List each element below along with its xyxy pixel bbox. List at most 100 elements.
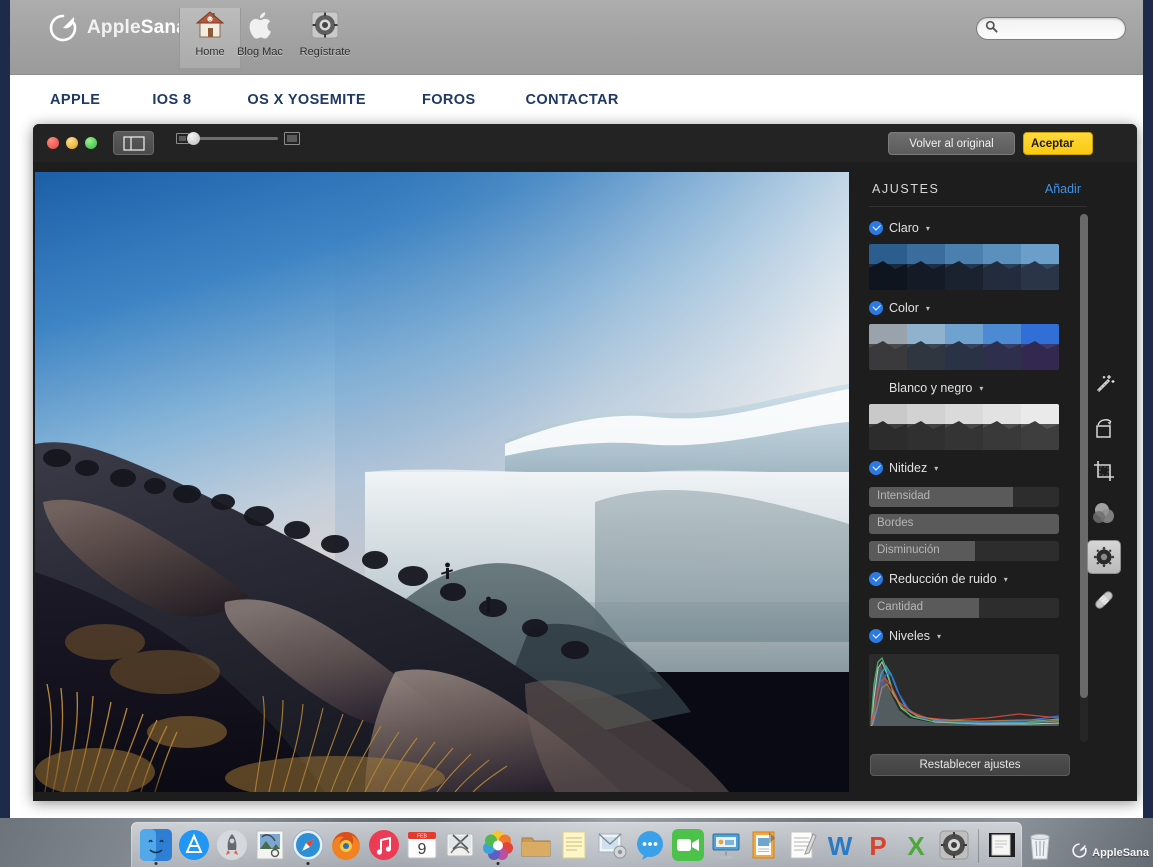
thumbnail-option[interactable] xyxy=(907,324,945,370)
dock-item-trash[interactable] xyxy=(1022,825,1058,865)
zoom-slider-group[interactable] xyxy=(176,132,300,145)
section-header[interactable]: Nitidez ▾ xyxy=(869,456,1085,480)
window-titlebar: Volver al original Aceptar xyxy=(33,124,1137,162)
apple-logo-icon xyxy=(229,8,291,42)
brand[interactable]: AppleSana xyxy=(47,12,187,44)
section-label: Color xyxy=(889,301,919,315)
revert-to-original-button[interactable]: Volver al original xyxy=(888,132,1015,155)
dock-item-preview[interactable] xyxy=(252,825,288,865)
checkbox-niveles[interactable] xyxy=(869,629,883,643)
thumbnail-option[interactable] xyxy=(945,244,983,290)
chevron-down-icon[interactable]: ▾ xyxy=(1004,575,1008,584)
chevron-down-icon[interactable]: ▾ xyxy=(926,304,930,313)
zoom-slider-track[interactable] xyxy=(187,132,278,145)
chevron-down-icon[interactable]: ▾ xyxy=(934,464,938,473)
watermark-text: AppleSana xyxy=(1092,847,1149,859)
dock-item-calendar[interactable]: FEB 9 xyxy=(404,825,440,865)
checkbox-claro[interactable] xyxy=(869,221,883,235)
slider-label: Bordes xyxy=(877,517,914,529)
thumbnail-option[interactable] xyxy=(907,244,945,290)
minimize-button[interactable] xyxy=(66,137,78,149)
dock-item-messages[interactable] xyxy=(632,825,668,865)
crop-icon[interactable] xyxy=(1087,454,1121,488)
thumbnail-option[interactable] xyxy=(907,404,945,450)
thumbnail-option[interactable] xyxy=(983,404,1021,450)
search-input[interactable] xyxy=(1002,22,1120,35)
thumbnail-option[interactable] xyxy=(1021,324,1059,370)
dock-item-safari[interactable] xyxy=(290,825,326,865)
panel-scroll-area[interactable]: Claro ▾ Color ▾ Blanco y negro ▾ Nitidez… xyxy=(863,210,1093,748)
search-box[interactable] xyxy=(976,17,1126,40)
svg-text:9: 9 xyxy=(418,841,427,858)
thumbnail-option[interactable] xyxy=(945,404,983,450)
nav-link-foros[interactable]: FOROS xyxy=(422,92,476,108)
nav-link-apple[interactable]: APPLE xyxy=(50,92,100,108)
slider-bordes[interactable]: Bordes xyxy=(869,514,1059,534)
dock-item-document[interactable] xyxy=(984,825,1020,865)
header-item-blog-mac[interactable]: Blog Mac xyxy=(229,8,291,58)
rotate-icon[interactable] xyxy=(1087,411,1121,445)
dock-item-stickies[interactable] xyxy=(556,825,592,865)
zoom-slider-knob[interactable] xyxy=(187,132,200,145)
thumbnail-option[interactable] xyxy=(869,324,907,370)
slider-cantidad[interactable]: Cantidad xyxy=(869,598,1059,618)
checkbox-nitidez[interactable] xyxy=(869,461,883,475)
checkbox-reduccion-de-ruido[interactable] xyxy=(869,572,883,586)
adjust-icon[interactable] xyxy=(1087,540,1121,574)
dock-item-facetime[interactable] xyxy=(670,825,706,865)
thumbnail-strip-claro[interactable] xyxy=(869,244,1059,290)
thumbnail-option[interactable] xyxy=(869,404,907,450)
dock-item-launchpad[interactable] xyxy=(214,825,250,865)
section-header[interactable]: Blanco y negro ▾ xyxy=(869,376,1085,400)
dock-item-system-preferences[interactable] xyxy=(936,825,972,865)
dock-item-folder[interactable] xyxy=(518,825,554,865)
chevron-down-icon[interactable]: ▾ xyxy=(979,384,983,393)
reset-adjustments-button[interactable]: Restablecer ajustes xyxy=(870,754,1070,776)
thumbnail-option[interactable] xyxy=(1021,404,1059,450)
add-adjustment-button[interactable]: Añadir xyxy=(1045,182,1081,196)
thumbnail-option-selected[interactable] xyxy=(983,244,1021,290)
retouch-bandaid-icon[interactable] xyxy=(1087,583,1121,617)
dock-item-itunes[interactable] xyxy=(366,825,402,865)
dock-item-app-store[interactable] xyxy=(176,825,212,865)
dock-item-textedit[interactable] xyxy=(784,825,820,865)
thumbnail-strip-color[interactable] xyxy=(869,324,1059,370)
accept-button[interactable]: Aceptar xyxy=(1023,132,1093,155)
dock-item-firefox[interactable] xyxy=(328,825,364,865)
dock-item-pages[interactable] xyxy=(746,825,782,865)
slider-disminucion[interactable]: Disminución xyxy=(869,541,1059,561)
section-header[interactable]: Color ▾ xyxy=(869,296,1085,320)
thumbnail-option[interactable] xyxy=(945,324,983,370)
thumbnail-option[interactable] xyxy=(1021,244,1059,290)
slider-intensidad[interactable]: Intensidad xyxy=(869,487,1059,507)
thumbnail-option[interactable] xyxy=(869,244,907,290)
checkbox-color[interactable] xyxy=(869,301,883,315)
nav-link-ios8[interactable]: IOS 8 xyxy=(152,92,191,108)
dock-item-finder[interactable] xyxy=(138,825,174,865)
levels-histogram[interactable] xyxy=(869,654,1059,726)
section-header[interactable]: Reducción de ruido ▾ xyxy=(869,567,1085,591)
dock-item-excel[interactable]: X xyxy=(898,825,934,865)
dock-item-mail[interactable] xyxy=(594,825,630,865)
section-header[interactable]: Claro ▾ xyxy=(869,216,1085,240)
zoom-button[interactable] xyxy=(85,137,97,149)
chevron-down-icon[interactable]: ▾ xyxy=(926,224,930,233)
section-header[interactable]: Niveles ▾ xyxy=(869,624,1085,648)
dock-item-photos[interactable] xyxy=(480,825,516,865)
thumbnail-strip-blanco-y-negro[interactable] xyxy=(869,404,1059,450)
dock-item-powerpoint[interactable]: P xyxy=(860,825,896,865)
filters-icon[interactable] xyxy=(1087,497,1121,531)
split-view-icon[interactable] xyxy=(113,131,154,155)
search-icon xyxy=(985,20,998,38)
enhance-wand-icon[interactable] xyxy=(1087,368,1121,402)
header-item-registrate[interactable]: Regístrate xyxy=(294,8,356,58)
thumbnail-option-selected[interactable] xyxy=(983,324,1021,370)
chevron-down-icon[interactable]: ▾ xyxy=(937,632,941,641)
dock-item-word[interactable]: W xyxy=(822,825,858,865)
nav-link-contactar[interactable]: CONTACTAR xyxy=(526,92,619,108)
dock-item-keynote[interactable] xyxy=(708,825,744,865)
nav-link-os-x-yosemite[interactable]: OS X YOSEMITE xyxy=(247,92,366,108)
dock-item-photo-booth[interactable] xyxy=(442,825,478,865)
photo-preview[interactable] xyxy=(35,172,849,792)
close-button[interactable] xyxy=(47,137,59,149)
